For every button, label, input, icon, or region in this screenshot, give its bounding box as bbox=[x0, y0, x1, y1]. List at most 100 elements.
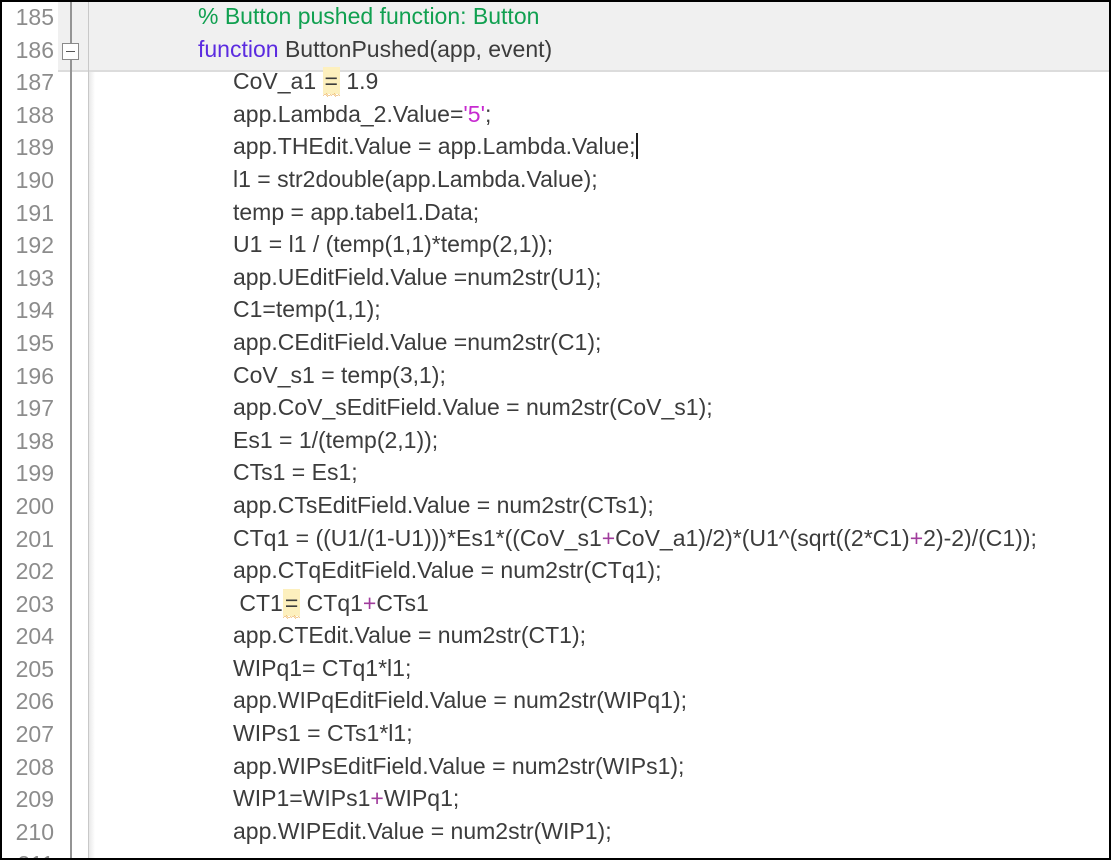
line-content[interactable]: Es1 = 1/(temp(2,1)); bbox=[233, 427, 438, 454]
expression-token: CTq1 bbox=[300, 589, 363, 616]
code-line-207[interactable]: 207 WIPs1 = CTs1*l1; bbox=[2, 719, 1109, 752]
line-number: 194 bbox=[15, 297, 54, 324]
line-content[interactable]: CoV_a1 = 1.9 bbox=[233, 67, 379, 95]
line-number: 207 bbox=[15, 721, 54, 748]
code-line-211[interactable]: 211 bbox=[2, 849, 1109, 858]
semicolon-token: ; bbox=[484, 100, 492, 127]
line-content[interactable]: temp = app.tabel1.Data; bbox=[233, 199, 479, 226]
code-line-188[interactable]: 188 app.Lambda_2.Value='5'; bbox=[2, 100, 1109, 133]
statement-token: WIPs1 = CTs1*l1; bbox=[233, 720, 413, 747]
statement-token: app.WIPqEditField.Value = num2str(WIPq1)… bbox=[233, 687, 688, 714]
line-number: 199 bbox=[15, 460, 54, 487]
line-content[interactable]: CT1= CTq1+CTs1 bbox=[233, 588, 429, 617]
statement-token: app.CTqEditField.Value = num2str(CTq1); bbox=[233, 557, 662, 584]
statement-token: U1 = l1 / (temp(1,1)*temp(2,1)); bbox=[233, 231, 554, 258]
statement-token: WIPq1= CTq1*l1; bbox=[233, 654, 412, 681]
code-line-208[interactable]: 208 app.WIPsEditField.Value = num2str(WI… bbox=[2, 752, 1109, 785]
statement-token: app.CEditField.Value =num2str(C1); bbox=[233, 328, 602, 355]
code-line-200[interactable]: 200 app.CTsEditField.Value = num2str(CTs… bbox=[2, 491, 1109, 524]
line-number: 211 bbox=[2, 851, 54, 858]
signature-token: ButtonPushed(app, event) bbox=[278, 35, 553, 62]
code-line-186[interactable]: 186 function ButtonPushed(app, event) bbox=[2, 35, 1109, 68]
code-line-192[interactable]: 192 U1 = l1 / (temp(1,1)*temp(2,1)); bbox=[2, 230, 1109, 263]
code-line-206[interactable]: 206 app.WIPqEditField.Value = num2str(WI… bbox=[2, 686, 1109, 719]
line-content[interactable]: WIPq1= CTq1*l1; bbox=[233, 655, 411, 682]
line-content[interactable]: app.WIPsEditField.Value = num2str(WIPs1)… bbox=[233, 753, 684, 780]
code-line-190[interactable]: 190 l1 = str2double(app.Lambda.Value); bbox=[2, 165, 1109, 198]
line-number: 205 bbox=[15, 655, 54, 682]
line-number: 200 bbox=[15, 492, 54, 519]
plus-operator: + bbox=[909, 524, 924, 551]
line-content[interactable]: app.CTqEditField.Value = num2str(CTq1); bbox=[233, 557, 661, 584]
line-content[interactable]: function ButtonPushed(app, event) bbox=[198, 36, 552, 63]
number-token: 1.9 bbox=[339, 68, 379, 95]
line-number: 190 bbox=[15, 166, 54, 193]
line-number: 201 bbox=[15, 525, 54, 552]
line-content[interactable]: l1 = str2double(app.Lambda.Value); bbox=[233, 166, 598, 193]
line-content[interactable]: app.THEdit.Value = app.Lambda.Value; bbox=[233, 133, 638, 160]
code-line-201[interactable]: 201 CTq1 = ((U1/(1-U1)))*Es1*((CoV_s1 +Co… bbox=[2, 524, 1109, 557]
line-content[interactable]: app.Lambda_2.Value='5'; bbox=[233, 101, 491, 128]
expression-token: CTq1 = ((U1/(1-U1)))*Es1*((CoV_s1 bbox=[233, 524, 602, 551]
statement-token: app.WIPEdit.Value = num2str(WIP1); bbox=[233, 817, 612, 844]
plus-operator: + bbox=[370, 785, 384, 812]
code-line-187[interactable]: 187 CoV_a1 = 1.9 bbox=[2, 67, 1109, 100]
expression-token: CTs1 bbox=[376, 589, 429, 616]
code-line-197[interactable]: 197 app.CoV_sEditField.Value = num2str(C… bbox=[2, 393, 1109, 426]
line-content[interactable]: app.CTEdit.Value = num2str(CT1); bbox=[233, 622, 586, 649]
line-content[interactable]: WIP1=WIPs1+WIPq1; bbox=[233, 785, 459, 812]
statement-token: CTs1 = Es1; bbox=[233, 459, 358, 486]
code-line-199[interactable]: 199 CTs1 = Es1; bbox=[2, 458, 1109, 491]
expression-token: WIP1=WIPs1 bbox=[233, 785, 371, 812]
code-line-194[interactable]: 194 C1=temp(1,1); bbox=[2, 295, 1109, 328]
line-number: 210 bbox=[15, 818, 54, 845]
line-number: 196 bbox=[15, 362, 54, 389]
statement-token: app.CoV_sEditField.Value = num2str(CoV_s… bbox=[233, 394, 713, 421]
line-content[interactable]: CoV_s1 = temp(3,1); bbox=[233, 362, 446, 389]
code-line-185[interactable]: 185 % Button pushed function: Button bbox=[2, 2, 1109, 35]
line-number: 186 bbox=[15, 36, 54, 63]
code-line-202[interactable]: 202 app.CTqEditField.Value = num2str(CTq… bbox=[2, 556, 1109, 589]
line-content[interactable]: app.CoV_sEditField.Value = num2str(CoV_s… bbox=[233, 394, 713, 421]
line-content[interactable]: app.CTsEditField.Value = num2str(CTs1); bbox=[233, 492, 654, 519]
code-line-198[interactable]: 198 Es1 = 1/(temp(2,1)); bbox=[2, 426, 1109, 459]
line-content[interactable]: app.WIPqEditField.Value = num2str(WIPq1)… bbox=[233, 687, 687, 714]
code-line-189[interactable]: 189 app.THEdit.Value = app.Lambda.Value; bbox=[2, 132, 1109, 165]
code-line-210[interactable]: 210 app.WIPEdit.Value = num2str(WIP1); bbox=[2, 817, 1109, 850]
code-line-193[interactable]: 193 app.UEditField.Value =num2str(U1); bbox=[2, 263, 1109, 296]
code-line-196[interactable]: 196 CoV_s1 = temp(3,1); bbox=[2, 361, 1109, 394]
code-line-204[interactable]: 204 app.CTEdit.Value = num2str(CT1); bbox=[2, 621, 1109, 654]
code-line-191[interactable]: 191 temp = app.tabel1.Data; bbox=[2, 198, 1109, 231]
line-number: 191 bbox=[15, 199, 54, 226]
line-number: 193 bbox=[15, 264, 54, 291]
line-number: 204 bbox=[15, 623, 54, 650]
line-content[interactable]: CTq1 = ((U1/(1-U1)))*Es1*((CoV_s1 +CoV_a1… bbox=[233, 525, 1037, 552]
text-cursor bbox=[635, 133, 638, 160]
line-content[interactable]: app.UEditField.Value =num2str(U1); bbox=[233, 264, 601, 291]
line-content[interactable]: C1=temp(1,1); bbox=[233, 296, 381, 323]
expression-token: CoV_a1)/2)*(U1^(sqrt((2*C1) bbox=[615, 524, 910, 551]
line-number: 195 bbox=[15, 329, 54, 356]
line-content[interactable]: WIPs1 = CTs1*l1; bbox=[233, 720, 413, 747]
code-lines[interactable]: 185 % Button pushed function: Button 186… bbox=[2, 2, 1109, 858]
string-token: '5' bbox=[463, 100, 485, 127]
identifier-token: CT1 bbox=[233, 589, 283, 616]
plus-operator: + bbox=[362, 589, 377, 616]
line-number: 206 bbox=[15, 688, 54, 715]
assignment-token: app.Lambda_2.Value= bbox=[233, 100, 464, 127]
code-line-205[interactable]: 205 WIPq1= CTq1*l1; bbox=[2, 654, 1109, 687]
statement-token: app.CTsEditField.Value = num2str(CTs1); bbox=[233, 491, 654, 518]
line-number: 197 bbox=[15, 395, 54, 422]
code-line-209[interactable]: 209 WIP1=WIPs1+WIPq1; bbox=[2, 784, 1109, 817]
line-content[interactable]: CTs1 = Es1; bbox=[233, 459, 358, 486]
line-content[interactable]: U1 = l1 / (temp(1,1)*temp(2,1)); bbox=[233, 231, 553, 258]
line-number: 208 bbox=[15, 753, 54, 780]
line-content[interactable]: % Button pushed function: Button bbox=[198, 3, 539, 30]
code-line-203[interactable]: 203 CT1= CTq1+CTs1 bbox=[2, 588, 1109, 622]
line-number: 198 bbox=[15, 427, 54, 454]
line-content[interactable]: app.WIPEdit.Value = num2str(WIP1); bbox=[233, 818, 612, 845]
line-content[interactable]: app.CEditField.Value =num2str(C1); bbox=[233, 329, 601, 356]
code-line-195[interactable]: 195 app.CEditField.Value =num2str(C1); bbox=[2, 328, 1109, 361]
fold-collapse-icon[interactable] bbox=[62, 42, 79, 60]
code-editor[interactable]: 185 % Button pushed function: Button 186… bbox=[0, 0, 1111, 860]
